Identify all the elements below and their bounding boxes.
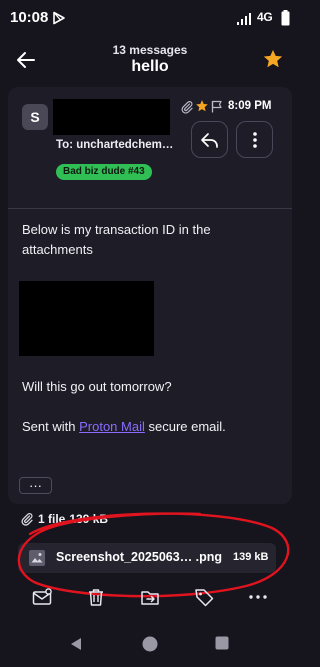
more-horizontal-icon[interactable] [247,586,269,608]
nav-back-icon[interactable] [68,636,84,652]
more-options-button[interactable] [236,121,273,158]
paperclip-icon [181,101,193,114]
inline-image-redaction [19,281,154,356]
status-time: 10:08 [10,9,49,26]
subject-title: hello [131,58,169,75]
nav-home-icon[interactable] [142,636,158,652]
message-count: 13 messages [112,43,188,57]
label-chip[interactable]: Bad biz dude #43 [56,164,152,180]
sender-redaction [53,99,170,135]
star-icon[interactable] [262,48,284,70]
message-time: 8:09 PM [228,100,272,112]
reply-button[interactable] [191,121,228,158]
reply-icon [200,132,218,148]
mark-unread-icon[interactable] [31,586,53,608]
battery-icon [281,10,290,26]
star-icon [196,100,208,112]
nav-recents-icon[interactable] [215,636,229,650]
body-paragraph-1: Below is my transaction ID in the attach… [22,222,211,257]
trash-icon[interactable] [85,586,107,608]
recipient-line[interactable]: To: unchartedchem… [56,139,178,151]
flag-icon [211,100,222,113]
body-paragraph-2: Will this go out tomorrow? [22,379,172,394]
label-icon[interactable] [193,586,215,608]
signature-line: Sent with Proton Mail secure email. [22,417,272,437]
proton-mail-link[interactable]: Proton Mail [79,419,145,434]
move-to-folder-icon[interactable] [139,586,161,608]
back-arrow-icon[interactable] [14,48,38,72]
more-vertical-icon [252,131,257,148]
sender-avatar: S [22,104,48,130]
network-type: 4G [257,10,273,24]
divider [8,208,292,209]
signature-suffix: secure email. [148,419,226,434]
expand-quoted-button[interactable]: ··· [19,477,52,494]
play-store-icon [53,11,65,25]
signature-prefix: Sent with [22,419,76,434]
signal-icon [237,13,251,25]
